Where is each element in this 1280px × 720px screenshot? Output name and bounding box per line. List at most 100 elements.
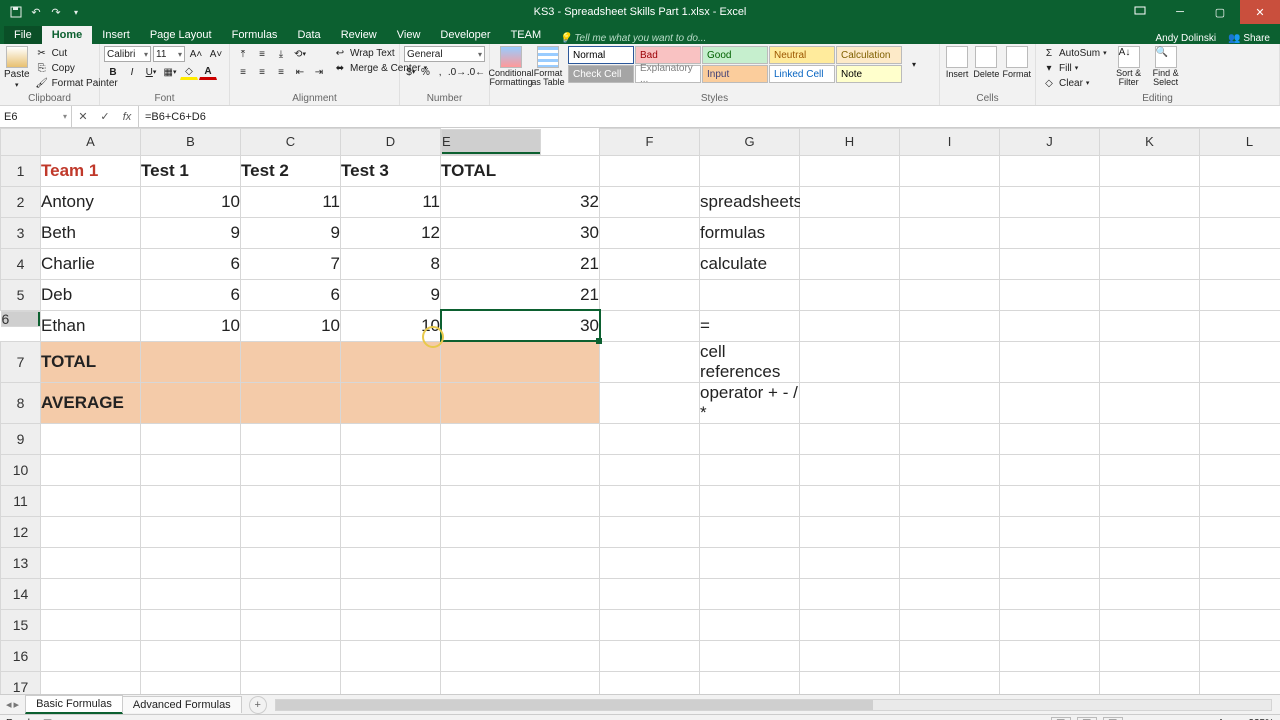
cell-I4[interactable]	[900, 248, 1000, 279]
cell-C5[interactable]: 6	[241, 279, 341, 310]
cell-B10[interactable]	[141, 454, 241, 485]
style-swatch[interactable]: Check Cell	[568, 65, 634, 83]
tab-page-layout[interactable]: Page Layout	[140, 26, 222, 44]
cell-G16[interactable]	[700, 640, 800, 671]
row-header[interactable]: 13	[1, 547, 41, 578]
enter-formula-icon[interactable]: ✓	[94, 110, 116, 123]
cell-L3[interactable]	[1200, 217, 1280, 248]
cell-D4[interactable]: 8	[341, 248, 441, 279]
cell-D16[interactable]	[341, 640, 441, 671]
cancel-formula-icon[interactable]: ✕	[72, 110, 94, 123]
cell-E1[interactable]: TOTAL	[441, 155, 600, 186]
cell-F5[interactable]	[600, 279, 700, 310]
close-icon[interactable]: ✕	[1240, 0, 1280, 24]
cell-J7[interactable]	[1000, 341, 1100, 382]
cell-C8[interactable]	[241, 382, 341, 423]
cell-B3[interactable]: 9	[141, 217, 241, 248]
cell-A17[interactable]	[41, 671, 141, 694]
styles-more-icon[interactable]: ▾	[905, 46, 923, 82]
cell-styles-gallery[interactable]: NormalBadGoodNeutralCalculationCheck Cel…	[568, 46, 902, 83]
cell-I10[interactable]	[900, 454, 1000, 485]
column-header[interactable]: A	[41, 129, 141, 156]
cell-A7[interactable]: TOTAL	[41, 341, 141, 382]
cell-J17[interactable]	[1000, 671, 1100, 694]
font-color-button[interactable]: A	[199, 64, 217, 80]
cell-A4[interactable]: Charlie	[41, 248, 141, 279]
accounting-format-icon[interactable]: $▾	[404, 64, 418, 80]
cell-L15[interactable]	[1200, 609, 1280, 640]
cell-J3[interactable]	[1000, 217, 1100, 248]
align-right-icon[interactable]: ≡	[272, 64, 290, 80]
row-header[interactable]: 9	[1, 423, 41, 454]
cell-E15[interactable]	[441, 609, 600, 640]
cell-B17[interactable]	[141, 671, 241, 694]
cell-F17[interactable]	[600, 671, 700, 694]
cell-A8[interactable]: AVERAGE	[41, 382, 141, 423]
fill-button[interactable]: ▾Fill▾	[1040, 61, 1109, 75]
cell-G12[interactable]	[700, 516, 800, 547]
cell-H13[interactable]	[800, 547, 900, 578]
cell-F13[interactable]	[600, 547, 700, 578]
cell-G2[interactable]: spreadsheets	[700, 186, 800, 217]
underline-button[interactable]: U▾	[142, 64, 160, 80]
row-header[interactable]: 10	[1, 454, 41, 485]
row-header[interactable]: 6	[1, 311, 41, 327]
cell-J12[interactable]	[1000, 516, 1100, 547]
grow-font-icon[interactable]: A˄	[187, 46, 205, 62]
cell-B16[interactable]	[141, 640, 241, 671]
cell-A3[interactable]: Beth	[41, 217, 141, 248]
cell-B15[interactable]	[141, 609, 241, 640]
find-select-button[interactable]: 🔍Find & Select	[1149, 46, 1183, 87]
bold-button[interactable]: B	[104, 64, 122, 80]
cell-K16[interactable]	[1100, 640, 1200, 671]
cell-C7[interactable]	[241, 341, 341, 382]
paste-button[interactable]: Paste▾	[4, 46, 30, 89]
comma-format-icon[interactable]: ,	[433, 64, 447, 80]
row-header[interactable]: 4	[1, 248, 41, 279]
column-header[interactable]: G	[700, 129, 800, 156]
cell-J15[interactable]	[1000, 609, 1100, 640]
cell-D14[interactable]	[341, 578, 441, 609]
cell-F2[interactable]	[600, 186, 700, 217]
column-header[interactable]: B	[141, 129, 241, 156]
cell-C12[interactable]	[241, 516, 341, 547]
cell-G5[interactable]	[700, 279, 800, 310]
cell-L12[interactable]	[1200, 516, 1280, 547]
cell-D6[interactable]: 10	[341, 310, 441, 341]
style-swatch[interactable]: Note	[836, 65, 902, 83]
cell-B14[interactable]	[141, 578, 241, 609]
cell-I14[interactable]	[900, 578, 1000, 609]
cell-G10[interactable]	[700, 454, 800, 485]
cell-K17[interactable]	[1100, 671, 1200, 694]
cell-K10[interactable]	[1100, 454, 1200, 485]
sheet-tab-basic[interactable]: Basic Formulas	[25, 695, 123, 714]
row-header[interactable]: 12	[1, 516, 41, 547]
cell-E3[interactable]: 30	[441, 217, 600, 248]
delete-cells-button[interactable]: Delete	[973, 46, 999, 79]
format-as-table-button[interactable]: Format as Table	[531, 46, 565, 87]
cell-K8[interactable]	[1100, 382, 1200, 423]
cell-C3[interactable]: 9	[241, 217, 341, 248]
cell-G4[interactable]: calculate	[700, 248, 800, 279]
cell-G8[interactable]: operator + - / *	[700, 382, 800, 423]
cell-H1[interactable]	[800, 155, 900, 186]
cell-D17[interactable]	[341, 671, 441, 694]
cell-H4[interactable]	[800, 248, 900, 279]
cell-E9[interactable]	[441, 423, 600, 454]
cell-A1[interactable]: Team 1	[41, 155, 141, 186]
cell-D15[interactable]	[341, 609, 441, 640]
cell-B2[interactable]: 10	[141, 186, 241, 217]
cell-L9[interactable]	[1200, 423, 1280, 454]
cell-L4[interactable]	[1200, 248, 1280, 279]
sheet-tab-advanced[interactable]: Advanced Formulas	[122, 696, 242, 713]
cell-I15[interactable]	[900, 609, 1000, 640]
style-swatch[interactable]: Normal	[568, 46, 634, 64]
cell-G7[interactable]: cell references	[700, 341, 800, 382]
cell-J6[interactable]	[1000, 310, 1100, 341]
column-header[interactable]: C	[241, 129, 341, 156]
cell-L13[interactable]	[1200, 547, 1280, 578]
tell-me[interactable]: 💡 Tell me what you want to do...	[559, 33, 706, 44]
row-header[interactable]: 14	[1, 578, 41, 609]
cell-G15[interactable]	[700, 609, 800, 640]
decrease-decimal-icon[interactable]: .0←	[467, 64, 485, 80]
